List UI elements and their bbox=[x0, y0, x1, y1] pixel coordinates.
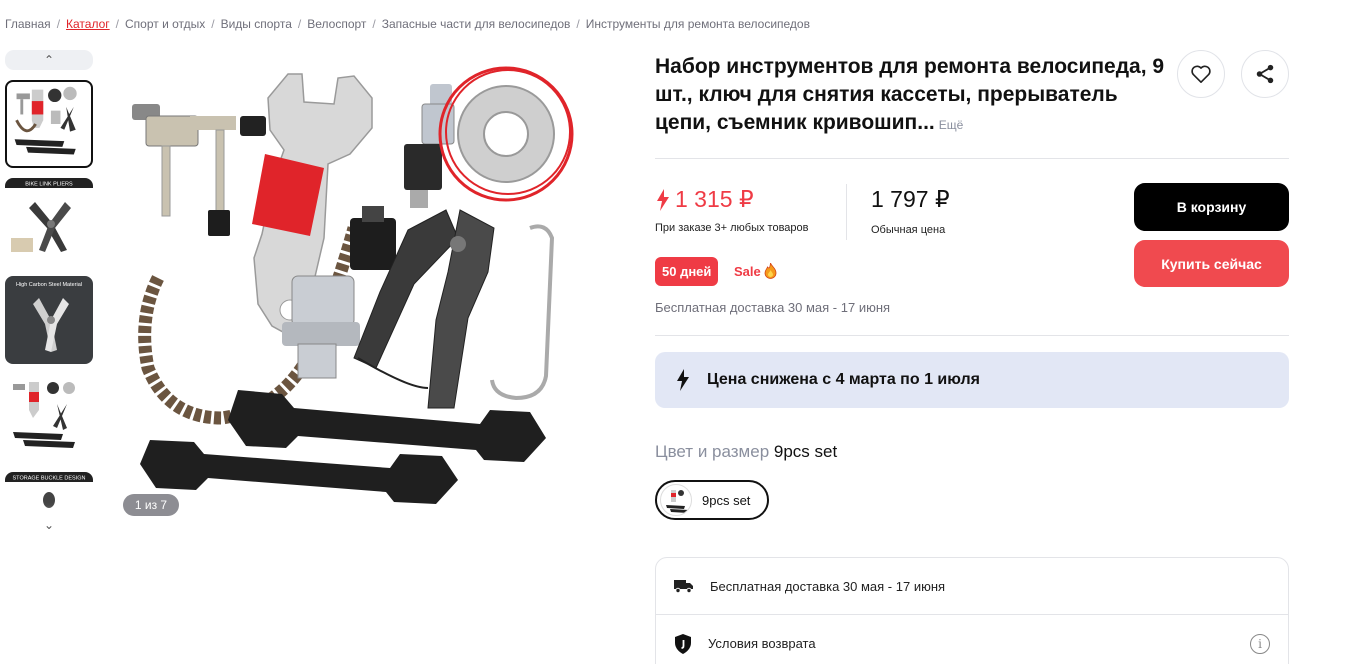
svg-text:STORAGE BUCKLE DESIGN: STORAGE BUCKLE DESIGN bbox=[13, 476, 86, 482]
price-drop-banner: Цена снижена с 4 марта по 1 июля bbox=[655, 352, 1289, 408]
delivery-info: Бесплатная доставка 30 мая - 17 июня bbox=[655, 300, 891, 315]
thumbnail-strip: ⌃ BIKE LINK PLIERS High Carbon Steel Mat… bbox=[5, 50, 93, 534]
product-title-text: Набор инструментов для ремонта велосипед… bbox=[655, 55, 1165, 134]
thumbnail-1[interactable] bbox=[5, 80, 93, 168]
regular-price-note: Обычная цена bbox=[871, 224, 946, 236]
chevron-up-icon: ⌃ bbox=[43, 53, 55, 67]
svg-text:BIKE LINK PLIERS: BIKE LINK PLIERS bbox=[25, 182, 73, 188]
breadcrumb-sport[interactable]: Спорт и отдых bbox=[125, 17, 205, 31]
thumbnail-2[interactable]: BIKE LINK PLIERS bbox=[5, 178, 93, 266]
heart-icon bbox=[1191, 65, 1211, 83]
image-counter: 1 из 7 bbox=[123, 494, 179, 516]
fire-icon bbox=[764, 263, 777, 279]
bike-tool-kit-image bbox=[132, 66, 574, 504]
thumbnail-3[interactable]: High Carbon Steel Material bbox=[5, 276, 93, 364]
variant-option[interactable]: 9pcs set bbox=[655, 480, 769, 520]
delivery-row-text: Бесплатная доставка 30 мая - 17 июня bbox=[710, 578, 946, 594]
current-price-note: При заказе 3+ любых товаров bbox=[655, 222, 809, 234]
breadcrumb-cycling[interactable]: Велоспорт bbox=[307, 17, 366, 31]
thumbnails-down-button[interactable]: ⌄ bbox=[5, 516, 93, 534]
thumbnail-5[interactable]: STORAGE BUCKLE DESIGN bbox=[5, 472, 93, 510]
info-icon[interactable]: i bbox=[1250, 634, 1270, 654]
returns-row-text: Условия возврата bbox=[708, 636, 816, 651]
delivery-row[interactable]: Бесплатная доставка 30 мая - 17 июня bbox=[656, 558, 1288, 615]
svg-text:High Carbon Steel Material: High Carbon Steel Material bbox=[16, 282, 82, 288]
main-product-image[interactable] bbox=[118, 58, 598, 528]
variant-option-label: 9pcs set bbox=[702, 492, 751, 508]
days-badge: 50 дней bbox=[655, 257, 719, 286]
breadcrumb-catalog[interactable]: Каталог bbox=[66, 17, 110, 31]
add-to-cart-button[interactable]: В корзину bbox=[1134, 183, 1289, 231]
variant-key: Цвет и размер bbox=[655, 442, 770, 461]
price-separator bbox=[846, 184, 847, 240]
tool-kit-alt-thumbnail-image bbox=[13, 382, 75, 448]
breadcrumb: Главная / Каталог / Спорт и отдых / Виды сп… bbox=[5, 17, 810, 31]
sale-badge: Sale bbox=[734, 263, 777, 279]
favorite-button[interactable] bbox=[1177, 50, 1225, 98]
variant-value: 9pcs set bbox=[773, 442, 838, 461]
thumbnails-up-button[interactable]: ⌃ bbox=[5, 50, 93, 70]
pricing-divider bbox=[655, 335, 1289, 336]
shield-icon bbox=[675, 633, 691, 654]
delivery-returns-box: Бесплатная доставка 30 мая - 17 июня Усл… bbox=[655, 557, 1289, 664]
current-price-value: 1 315 ₽ bbox=[675, 186, 754, 212]
regular-price: 1 797 ₽ bbox=[871, 186, 950, 212]
thumbnail-4[interactable] bbox=[5, 374, 93, 462]
tool-kit-mini-image bbox=[666, 490, 689, 513]
link-pliers-thumbnail-image: BIKE LINK PLIERS bbox=[5, 178, 93, 252]
price-drop-text: Цена снижена с 4 марта по 1 июля bbox=[707, 371, 981, 388]
chevron-down-icon: ⌄ bbox=[43, 518, 55, 532]
variant-thumbnail bbox=[660, 484, 692, 516]
tool-kit-thumbnail-image bbox=[14, 86, 77, 155]
share-button[interactable] bbox=[1241, 50, 1289, 98]
lightning-icon bbox=[677, 369, 689, 391]
storage-buckle-thumbnail-image: STORAGE BUCKLE DESIGN bbox=[5, 472, 93, 508]
breadcrumb-sport-types[interactable]: Виды спорта bbox=[221, 17, 292, 31]
truck-icon bbox=[674, 580, 693, 594]
variant-label: Цвет и размер 9pcs set bbox=[655, 442, 837, 462]
returns-row[interactable]: Условия возврата bbox=[656, 615, 1288, 664]
breadcrumb-bike-parts[interactable]: Запасные части для велосипедов bbox=[382, 17, 571, 31]
sale-label: Sale bbox=[734, 263, 761, 279]
share-icon bbox=[1256, 64, 1274, 84]
title-divider bbox=[655, 158, 1289, 159]
product-title: Набор инструментов для ремонта велосипед… bbox=[655, 53, 1165, 139]
breadcrumb-repair-tools[interactable]: Инструменты для ремонта велосипедов bbox=[586, 17, 810, 31]
lightning-icon bbox=[657, 188, 669, 211]
breadcrumb-home[interactable]: Главная bbox=[5, 17, 51, 31]
carbon-steel-thumbnail-image: High Carbon Steel Material bbox=[5, 276, 93, 364]
buy-now-button[interactable]: Купить сейчас bbox=[1134, 240, 1289, 287]
current-price: 1 315 ₽ bbox=[655, 186, 754, 213]
title-more-link[interactable]: Ещё bbox=[939, 118, 964, 132]
